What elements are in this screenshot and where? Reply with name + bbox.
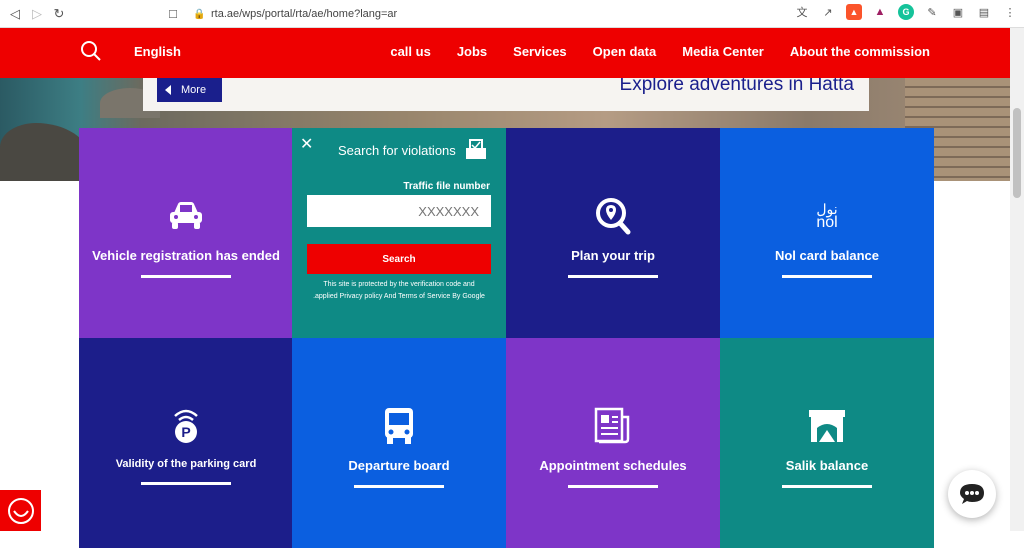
menu-item-media-center[interactable]: Media Center bbox=[682, 44, 764, 59]
ticket-icon bbox=[466, 139, 486, 159]
lock-icon[interactable]: 🔒 bbox=[193, 9, 205, 20]
tile-underline bbox=[354, 485, 444, 488]
menu-item-open-data[interactable]: Open data bbox=[593, 44, 657, 59]
newspaper-icon bbox=[594, 406, 632, 446]
tile-label: Appointment schedules bbox=[539, 458, 687, 473]
main-menu: call us Jobs Services Open data Media Ce… bbox=[390, 44, 930, 59]
violation-search-title: Search for violations bbox=[338, 143, 456, 158]
more-button[interactable]: More bbox=[157, 78, 222, 102]
smile-icon bbox=[7, 497, 34, 524]
reload-icon[interactable]: ↻ bbox=[48, 3, 70, 25]
tile-label: Nol card balance bbox=[774, 248, 880, 263]
menu-item-services[interactable]: Services bbox=[513, 44, 567, 59]
tile-underline bbox=[782, 485, 872, 488]
arrow-left-icon bbox=[165, 85, 171, 95]
parking-icon: P bbox=[169, 406, 203, 446]
svg-text:P: P bbox=[181, 424, 190, 440]
nol-logo-en: nol bbox=[816, 214, 838, 231]
tile-underline bbox=[141, 275, 231, 278]
forward-icon[interactable]: ▷ bbox=[26, 3, 48, 25]
extensions-icon[interactable]: ✎ bbox=[924, 4, 940, 20]
car-icon bbox=[167, 196, 205, 236]
scrollbar[interactable] bbox=[1010, 28, 1024, 531]
salik-gate-icon bbox=[807, 406, 847, 446]
chat-icon bbox=[960, 484, 984, 504]
rewards-icon[interactable]: ▲ bbox=[872, 4, 888, 20]
bookmark-icon[interactable]: ☐ bbox=[165, 8, 181, 21]
tile-label: Plan your trip bbox=[571, 248, 655, 263]
back-icon[interactable]: ◁ bbox=[4, 3, 26, 25]
address-bar[interactable]: ☐ 🔒 rta.ae/wps/portal/rta/ae/home?lang=a… bbox=[165, 3, 785, 25]
url-text[interactable]: rta.ae/wps/portal/rta/ae/home?lang=ar bbox=[211, 8, 397, 20]
chat-button[interactable] bbox=[948, 470, 996, 518]
menu-icon[interactable]: ⋮ bbox=[1002, 4, 1018, 20]
tile-plan-trip[interactable]: Plan your trip bbox=[506, 128, 720, 338]
menu-item-about[interactable]: About the commission bbox=[790, 44, 930, 59]
violation-search-card: ✕ Search for violations Traffic file num… bbox=[292, 128, 506, 338]
tile-nol-balance[interactable]: نول nol Nol card balance bbox=[720, 128, 934, 338]
grammarly-icon[interactable]: G bbox=[898, 4, 914, 20]
close-icon[interactable]: ✕ bbox=[300, 134, 313, 154]
tile-underline bbox=[141, 482, 231, 485]
map-search-icon bbox=[595, 196, 631, 236]
menu-item-jobs[interactable]: Jobs bbox=[457, 44, 487, 59]
tile-parking-card[interactable]: P Validity of the parking card bbox=[79, 338, 293, 548]
wallet-icon[interactable]: ▤ bbox=[976, 4, 992, 20]
tile-underline bbox=[782, 275, 872, 278]
tile-underline bbox=[568, 275, 658, 278]
search-button[interactable]: Search bbox=[307, 244, 491, 274]
hero-rock bbox=[0, 123, 90, 181]
share-icon[interactable]: ↗ bbox=[820, 4, 836, 20]
tile-label: Validity of the parking card bbox=[115, 458, 257, 470]
tile-label: Departure board bbox=[348, 458, 450, 473]
search-icon[interactable] bbox=[80, 40, 102, 62]
sidebar-icon[interactable]: ▣ bbox=[950, 4, 966, 20]
notice-line[interactable]: .applied Privacy policy And Terms of Ser… bbox=[302, 291, 496, 303]
recaptcha-notice: This site is protected by the verificati… bbox=[302, 279, 496, 303]
site-header: English call us Jobs Services Open data … bbox=[0, 28, 1010, 78]
browser-toolbar: ◁ ▷ ↻ ☐ 🔒 rta.ae/wps/portal/rta/ae/home?… bbox=[0, 0, 1024, 28]
tile-underline bbox=[568, 485, 658, 488]
traffic-file-input[interactable] bbox=[307, 195, 491, 227]
menu-item-call-us[interactable]: call us bbox=[390, 44, 430, 59]
scrollbar-thumb[interactable] bbox=[1013, 108, 1021, 198]
more-label: More bbox=[181, 84, 207, 96]
brave-shield-icon[interactable]: ▲ bbox=[846, 4, 862, 20]
happiness-button[interactable] bbox=[0, 490, 41, 531]
language-toggle[interactable]: English bbox=[134, 44, 181, 59]
tile-label: Salik balance bbox=[785, 458, 869, 473]
tile-appointments[interactable]: Appointment schedules bbox=[506, 338, 720, 548]
tile-departure-board[interactable]: Departure board bbox=[292, 338, 506, 548]
tile-salik-balance[interactable]: Salik balance bbox=[720, 338, 934, 548]
notice-line: This site is protected by the verificati… bbox=[323, 281, 475, 288]
tile-label: Vehicle registration has ended bbox=[92, 248, 280, 263]
bus-icon bbox=[383, 406, 415, 446]
translate-icon[interactable]: 文 bbox=[794, 4, 810, 20]
traffic-file-label: Traffic file number bbox=[403, 181, 490, 192]
tile-vehicle-registration[interactable]: Vehicle registration has ended bbox=[79, 128, 293, 338]
hero-headline[interactable]: Explore adventures in Hatta bbox=[620, 78, 854, 96]
nol-logo-icon: نول nol bbox=[816, 196, 837, 236]
